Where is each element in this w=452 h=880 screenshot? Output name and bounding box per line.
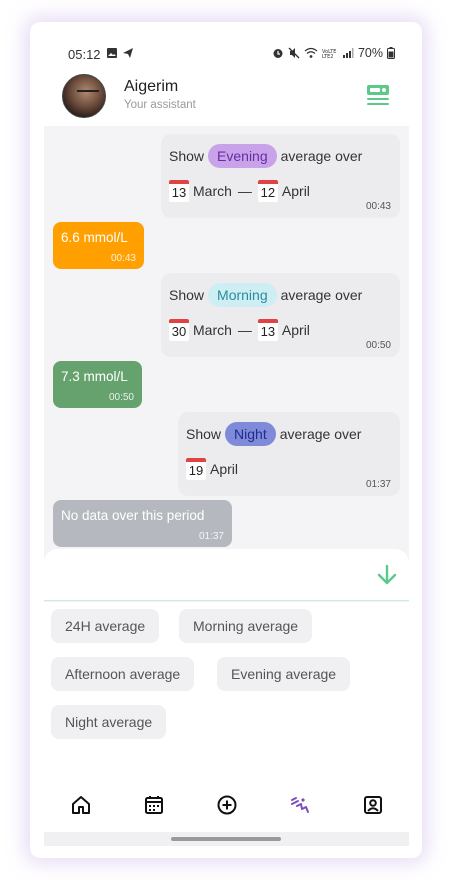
status-time: 05:12 (68, 47, 101, 62)
query-prefix: Show (186, 426, 222, 442)
query-suffix: average over (280, 148, 363, 164)
message-time: 00:50 (108, 392, 134, 403)
query-prefix: Show (169, 148, 205, 164)
svg-text:LTE2: LTE2 (322, 54, 334, 59)
quick-reply-chip[interactable]: Afternoon average (51, 657, 195, 691)
assistant-subtitle: Your assistant (124, 99, 196, 111)
message-time: 01:37 (198, 531, 224, 542)
quick-replies: 24H average Morning average Afternoon av… (44, 602, 409, 782)
to-month: April (281, 322, 310, 338)
avatar[interactable] (62, 74, 106, 118)
calendar-day-icon: 13 (169, 180, 189, 202)
profile-icon[interactable] (362, 794, 384, 816)
chat-header: Aigerim Your assistant (44, 74, 409, 126)
query-message: Show Evening average over 13 March — 12 … (161, 134, 400, 218)
status-bar: 05:12 VoLTE LTE2 70% (44, 34, 409, 74)
mute-icon (288, 47, 300, 59)
query-message: Show Night average over 19 April 01:37 (178, 412, 400, 496)
reply-message: 6.6 mmol/L 00:43 (53, 222, 144, 269)
message-time: 01:37 (365, 479, 391, 490)
reply-message: No data over this period 01:37 (53, 500, 232, 547)
query-suffix: average over (279, 426, 362, 442)
gallery-icon (107, 48, 117, 58)
quick-reply-chip[interactable]: Night average (51, 705, 167, 739)
calendar-day-icon: 13 (257, 319, 278, 341)
assistant-icon[interactable] (289, 794, 311, 816)
period-pill: Evening (208, 144, 277, 168)
reply-value: 6.6 mmol/L (61, 230, 128, 245)
range-separator: — (237, 183, 252, 199)
assistant-name: Aigerim (124, 78, 179, 95)
calendar-day-icon: 12 (257, 180, 278, 202)
signal-icon (342, 48, 354, 58)
add-icon[interactable] (216, 794, 238, 816)
from-month: April (210, 461, 239, 477)
message-time: 00:43 (110, 253, 136, 264)
quick-reply-chip[interactable]: 24H average (51, 609, 160, 643)
chat-area[interactable]: Show Evening average over 13 March — 12 … (44, 126, 409, 566)
keyboard-toggle-icon[interactable] (365, 82, 391, 108)
battery-icon (387, 47, 395, 59)
volte-icon: VoLTELTE2 (322, 49, 336, 59)
status-right: VoLTE LTE2 70% (272, 46, 395, 60)
reply-value: No data over this period (61, 508, 205, 523)
home-icon[interactable] (70, 794, 92, 816)
period-pill: Night (225, 422, 276, 446)
gesture-bar-area (44, 832, 409, 846)
query-message: Show Morning average over 30 March — 13 … (161, 273, 400, 357)
message-time: 00:43 (365, 201, 391, 212)
range-separator: — (237, 322, 252, 338)
query-suffix: average over (280, 287, 363, 303)
reply-message: 7.3 mmol/L 00:50 (53, 361, 142, 408)
telegram-icon (123, 48, 133, 58)
query-prefix: Show (169, 287, 205, 303)
battery-percent: 70% (357, 46, 383, 60)
status-notification-icons (106, 47, 134, 59)
quick-reply-chip[interactable]: Morning average (179, 609, 313, 643)
calendar-day-icon: 19 (186, 458, 206, 480)
alarm-icon (273, 49, 283, 58)
quick-reply-chip[interactable]: Evening average (217, 657, 351, 691)
from-month: March (193, 322, 232, 338)
phone-screen: 05:12 VoLTE LTE2 70% Aigerim Your assista… (44, 34, 409, 846)
message-time: 00:50 (365, 340, 391, 351)
bottom-nav (44, 782, 409, 832)
scroll-strip (44, 549, 409, 601)
period-pill: Morning (208, 283, 277, 307)
calendar-day-icon: 30 (169, 319, 189, 341)
arrow-down-icon[interactable] (375, 563, 399, 587)
home-indicator[interactable] (171, 837, 281, 841)
from-month: March (193, 183, 232, 199)
calendar-icon[interactable] (143, 794, 165, 816)
reply-value: 7.3 mmol/L (61, 369, 128, 384)
wifi-icon (304, 47, 318, 58)
to-month: April (281, 183, 310, 199)
